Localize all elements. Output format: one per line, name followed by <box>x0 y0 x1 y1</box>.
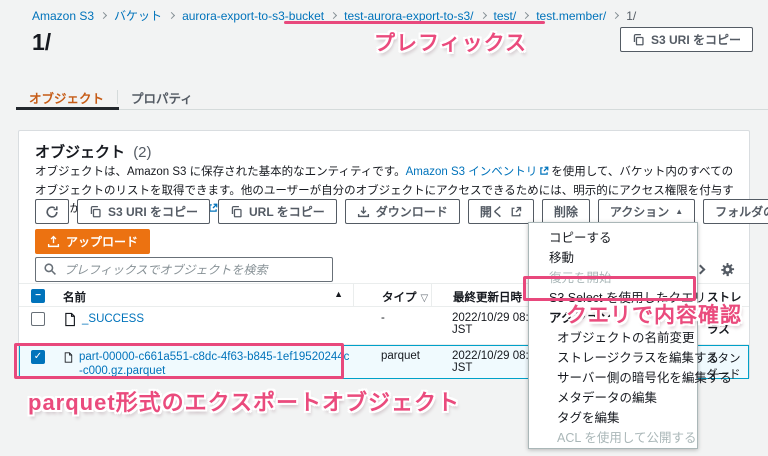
menu-item-initiate-restore: 復元を開始 <box>549 270 612 285</box>
row-checkbox[interactable]: ✓ <box>31 350 45 364</box>
chevron-right-icon <box>522 11 530 20</box>
file-icon <box>64 352 73 363</box>
pagination-controls <box>695 257 735 282</box>
external-link-icon <box>539 165 549 183</box>
inventory-link[interactable]: Amazon S3 インベントリ <box>406 166 538 178</box>
create-folder-button[interactable]: フォルダの作成 <box>703 199 768 224</box>
refresh-button[interactable] <box>35 199 69 224</box>
delete-button[interactable]: 削除 <box>541 199 590 224</box>
search-icon <box>43 262 57 279</box>
object-toolbar: S3 URI をコピー URL をコピー ダウンロード 開く 削除 アクション … <box>35 199 768 224</box>
copy-s3-uri-label: S3 URI をコピー <box>650 33 741 47</box>
panel-heading: オブジェクト (2) <box>35 141 152 162</box>
actions-label: アクション <box>609 205 670 219</box>
upload-label: アップロード <box>66 235 139 249</box>
tab-bar: オブジェクト プロパティ <box>16 85 206 109</box>
active-tab-underline <box>16 107 119 110</box>
annotation-query: クエリで内容確認 <box>566 304 742 327</box>
select-all-checkbox[interactable]: − <box>31 289 45 303</box>
sort-ascending-icon[interactable]: ▲ <box>334 289 343 306</box>
breadcrumb-prefix-3[interactable]: test.member/ <box>536 9 606 23</box>
description-text-1: オブジェクトは、Amazon S3 に保存された基本的なエンティティです。 <box>35 166 406 178</box>
open-button[interactable]: 開く <box>467 199 534 224</box>
menu-item-copy[interactable]: コピーする <box>529 226 697 246</box>
menu-item-edit-metadata[interactable]: メタデータの編集 <box>529 387 697 407</box>
upload-row: アップロード <box>35 229 151 254</box>
tab-properties[interactable]: プロパティ <box>118 88 206 107</box>
object-type: - <box>381 312 385 324</box>
menu-item-make-public-acl: ACL を使用して公開する <box>557 431 697 446</box>
object-type: parquet <box>381 350 421 362</box>
caret-up-icon: ▲ <box>675 207 684 216</box>
menu-item-edit-server-side-encryption[interactable]: サーバー側の暗号化を編集する <box>529 367 732 387</box>
upload-icon <box>47 235 60 248</box>
search-row <box>35 257 333 282</box>
tab-objects[interactable]: オブジェクト <box>16 88 117 107</box>
refresh-icon <box>46 205 58 218</box>
breadcrumb-buckets[interactable]: バケット <box>114 7 162 24</box>
copy-s3-uri-button[interactable]: S3 URI をコピー <box>77 199 211 224</box>
actions-button[interactable]: アクション ▲ <box>597 199 696 224</box>
copy-url-button[interactable]: URL をコピー <box>218 199 337 224</box>
object-count: (2) <box>133 144 152 161</box>
column-type[interactable]: タイプ <box>382 292 417 304</box>
copy-s3-uri-button-top[interactable]: S3 URI をコピー <box>619 27 753 52</box>
menu-item-rename-object[interactable]: オブジェクトの名前変更 <box>529 326 697 346</box>
column-name[interactable]: 名前 <box>63 289 86 306</box>
gear-icon[interactable] <box>720 262 735 277</box>
actions-dropdown-menu: コピーする 移動 復元を開始 S3 Select を使用したクエリ アクション … <box>528 222 732 449</box>
copy-icon <box>90 205 101 218</box>
annotation-underline <box>284 21 545 24</box>
chevron-right-icon <box>479 11 487 20</box>
copy-icon <box>633 33 644 46</box>
search-input[interactable] <box>35 257 333 282</box>
chevron-right-icon <box>100 11 108 20</box>
panel-heading-label: オブジェクト <box>35 144 126 161</box>
upload-button[interactable]: アップロード <box>35 229 151 254</box>
file-icon <box>65 312 75 327</box>
breadcrumb-current: 1/ <box>626 8 637 23</box>
object-link[interactable]: _SUCCESS <box>82 312 144 344</box>
menu-item-move[interactable]: 移動 <box>529 246 697 266</box>
download-icon <box>357 206 369 218</box>
breadcrumb-amazon-s3[interactable]: Amazon S3 <box>32 9 94 23</box>
annotation-prefix: プレフィックス <box>374 32 527 55</box>
sort-toggle-icon[interactable]: ▽ <box>421 293 429 304</box>
menu-item-edit-storage-class[interactable]: ストレージクラスを編集する <box>529 347 719 367</box>
page-title: 1/ <box>32 29 52 55</box>
download-label: ダウンロード <box>375 205 448 219</box>
chevron-right-icon <box>330 11 338 20</box>
copy-icon <box>231 205 242 218</box>
create-folder-label: フォルダの作成 <box>715 205 768 219</box>
chevron-right-icon <box>168 11 176 20</box>
annotation-parquet: parquet形式のエクスポートオブジェクト <box>28 390 461 415</box>
download-button[interactable]: ダウンロード <box>344 199 460 224</box>
tab-bar-divider <box>16 109 768 110</box>
open-label: 開く <box>479 205 504 219</box>
delete-label: 削除 <box>553 205 578 219</box>
external-link-icon <box>511 206 522 216</box>
menu-item-edit-tags[interactable]: タグを編集 <box>529 407 697 427</box>
object-link[interactable]: part-00000-c661a551-c8dc-4f63-b845-1ef19… <box>79 350 353 379</box>
chevron-right-icon <box>612 11 620 20</box>
copy-url-label: URL をコピー <box>249 205 325 219</box>
copy-s3-uri-label: S3 URI をコピー <box>108 205 199 219</box>
row-checkbox[interactable] <box>31 312 45 326</box>
